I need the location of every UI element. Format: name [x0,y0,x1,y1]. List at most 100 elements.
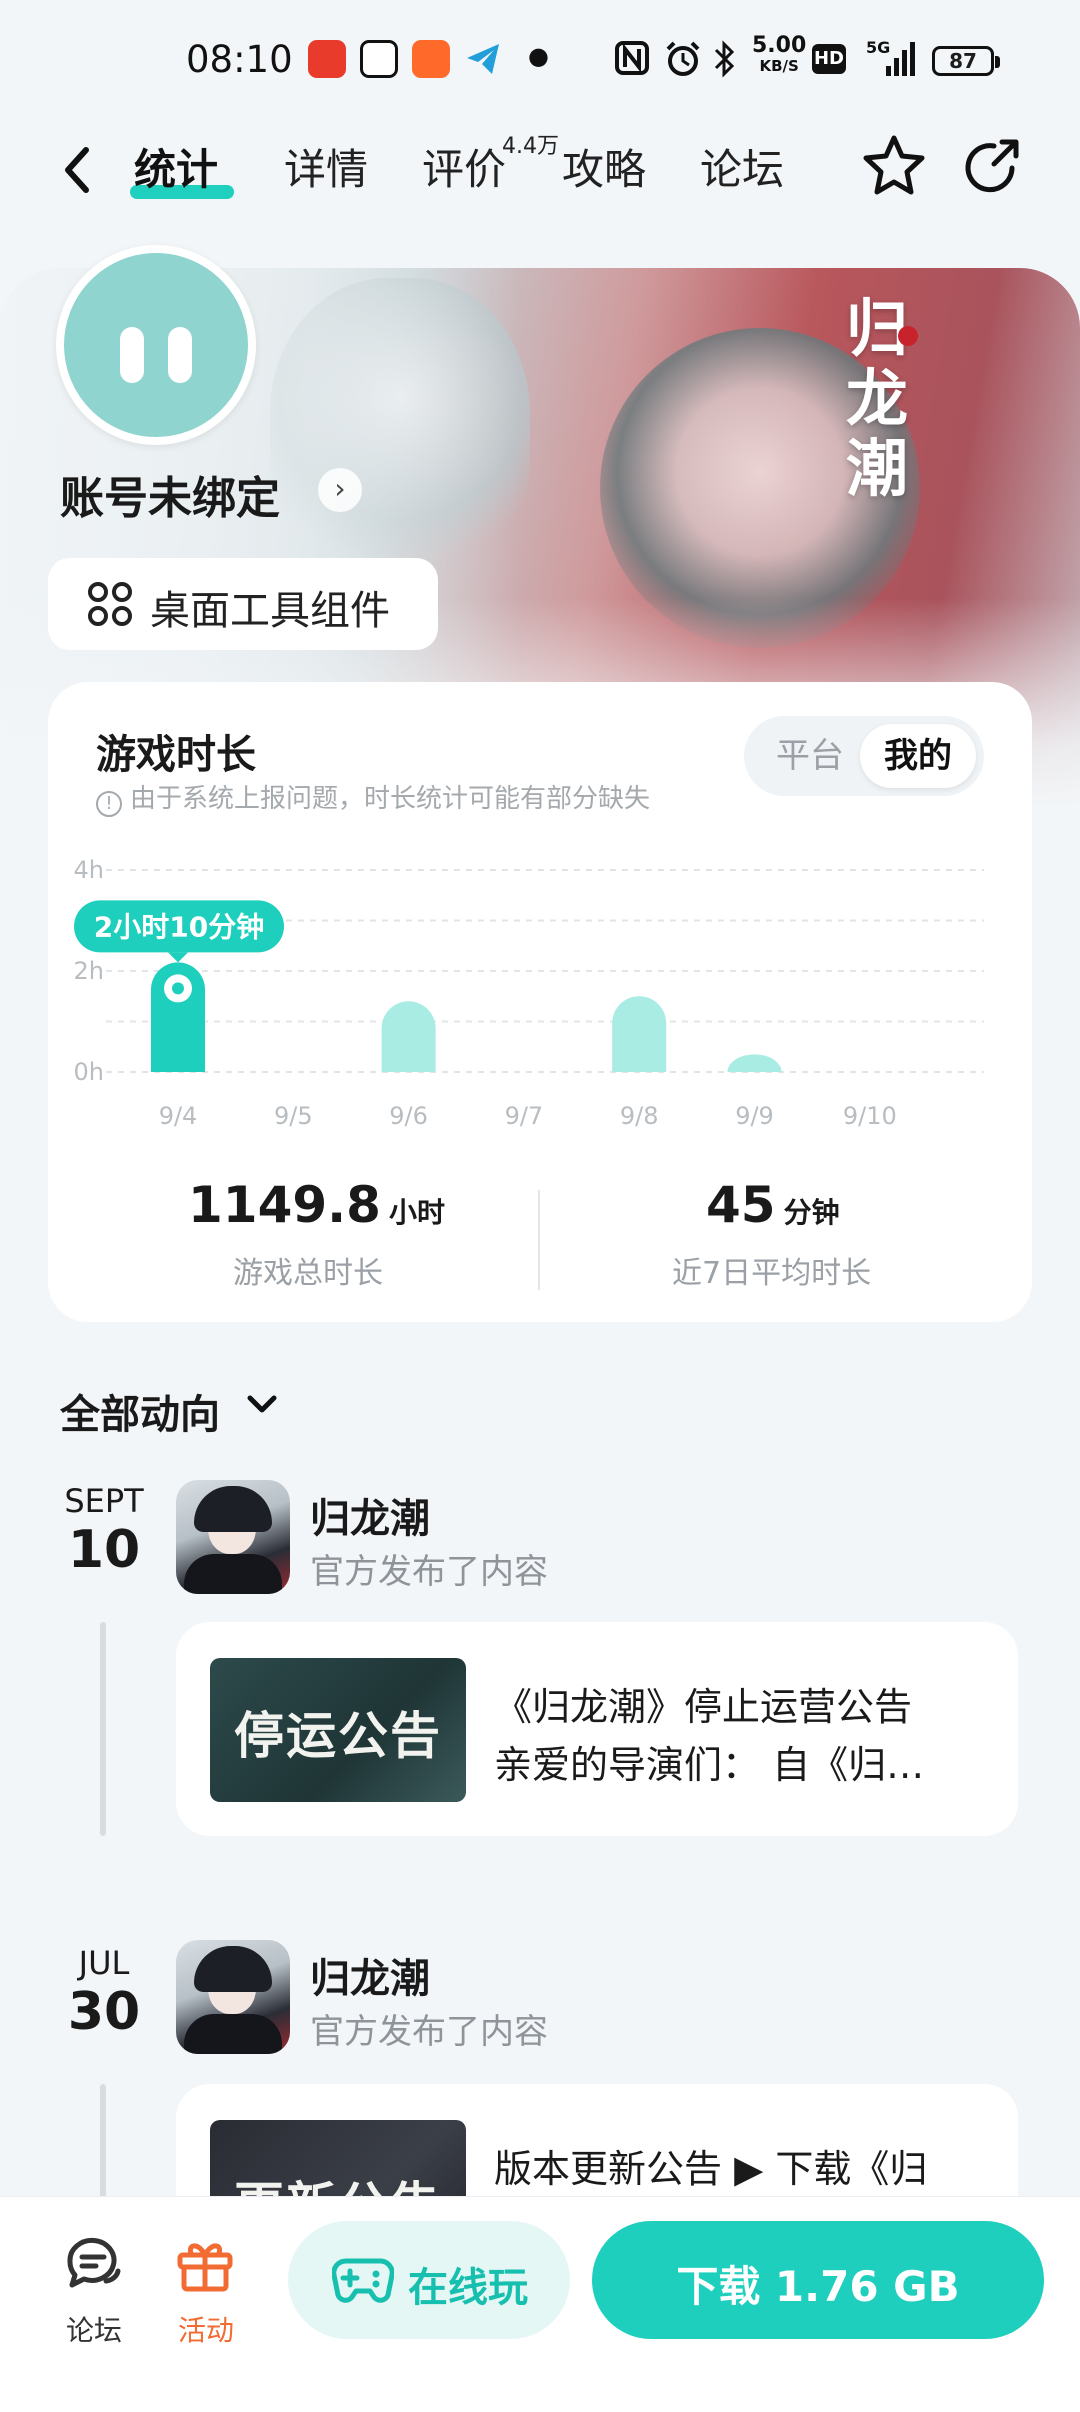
average-playtime-unit: 分钟 [783,1196,840,1229]
chart-tooltip-pointer [168,952,188,963]
gift-icon [177,2243,233,2292]
notification-app-icon [412,40,450,78]
info-icon: ! [96,791,122,817]
game-avatar[interactable] [176,1480,290,1594]
share-button[interactable] [958,134,1024,200]
tab-forum[interactable]: 论坛 [700,140,784,200]
download-button[interactable]: 下载 1.76 GB [592,2221,1044,2339]
y-tick-label: 4h [74,856,104,884]
chevron-down-icon[interactable] [244,1384,280,1424]
battery-indicator: 87 [932,46,1000,76]
status-time: 08:10 [186,38,293,81]
bluetooth-icon [712,40,738,80]
event-button[interactable]: 活动 [156,2197,256,2377]
star-icon [863,135,925,195]
bottom-action-bar: 论坛 活动 在线玩 下载 1.76 GB [0,2196,1080,2412]
x-tick-label: 9/9 [735,1102,774,1130]
post-thumbnail: 停运公告 [210,1658,466,1802]
reviews-count-badge: 4.4万 [502,134,559,159]
chart-bar [612,996,667,1072]
download-label: 下载 1.76 GB [676,2262,960,2311]
x-tick-label: 9/10 [843,1102,897,1130]
desktop-widget-label: 桌面工具组件 [150,588,390,634]
timeline-line [100,1622,106,1836]
tab-reviews[interactable]: 评价 [422,140,506,200]
playtime-card: 游戏时长 ! 由于系统上报问题，时长统计可能有部分缺失 平台 我的 0h 2h 4h 2… [48,682,1032,1322]
event-label: 活动 [177,2314,234,2347]
post-card[interactable]: 停运公告 《归龙潮》停止运营公告 亲爱的导演们： 自《归… [176,1622,1018,1836]
net-speed-value: 5.00 [752,33,807,58]
hd-icon: HD [812,44,846,74]
y-tick-label: 2h [74,957,104,985]
toggle-mine[interactable]: 我的 [860,724,976,788]
x-tick-label: 9/6 [389,1102,428,1130]
favorite-button[interactable] [860,132,928,200]
telegram-icon [464,40,502,78]
play-online-button[interactable]: 在线玩 [288,2221,570,2339]
x-tick-label: 9/4 [159,1102,198,1130]
total-playtime: 1149.8 小时 [188,1176,445,1234]
chart-bar [727,1054,782,1072]
post-thumbnail-text: 停运公告 [234,1706,442,1765]
scope-toggle: 平台 我的 [744,716,984,796]
gamepad-icon [332,2258,394,2303]
entry-action: 官方发布了内容 [310,1552,548,1592]
feed-filter-dropdown[interactable]: 全部动向 [60,1382,220,1440]
back-button[interactable] [52,140,104,200]
status-bar: 08:10 ● 5.00 KB/S HD 5G 87 [0,0,1080,120]
divider [538,1190,540,1290]
post-excerpt: 亲爱的导演们： 自《归… [494,1743,925,1787]
avatar-eye [120,327,144,383]
playtime-note: ! 由于系统上报问题，时长统计可能有部分缺失 [96,778,650,817]
chevron-left-icon [65,147,89,193]
total-playtime-label: 游戏总时长 [233,1256,383,1291]
net-speed: 5.00 KB/S [752,33,807,76]
chart-bar [381,1001,436,1072]
playtime-title: 游戏时长 [96,732,256,778]
timeline-line [100,2084,106,2204]
chat-bubbles-icon [67,2237,121,2288]
net-speed-unit: KB/S [759,57,799,75]
game-logo: 归龙潮 [845,292,908,505]
entry-author[interactable]: 归龙潮 [310,1486,430,1544]
x-tick-label: 9/8 [620,1102,659,1130]
average-playtime-value: 45 [706,1176,776,1234]
average-playtime: 45 分钟 [706,1176,840,1234]
game-avatar[interactable] [176,1940,290,2054]
total-playtime-value: 1149.8 [188,1176,381,1234]
entry-day: 10 [67,1520,141,1580]
bilibili-icon [360,40,398,78]
avatar[interactable] [56,245,256,445]
entry-month: SEPT [64,1482,144,1520]
entry-action: 官方发布了内容 [310,2012,548,2052]
forum-label: 论坛 [65,2314,122,2347]
nfc-icon [614,40,650,80]
x-tick-label: 9/7 [505,1102,544,1130]
x-tick-label: 9/5 [274,1102,313,1130]
toggle-platform[interactable]: 平台 [752,724,868,788]
tab-stats[interactable]: 统计 [134,140,218,200]
chevron-right-icon[interactable]: › [318,468,362,512]
share-icon [965,139,1019,193]
playtime-chart: 0h 2h 4h 2小时10分钟 9/4 9/5 9/6 9/7 9/8 9/9 9/10 [74,856,984,1130]
y-tick-label: 0h [74,1058,104,1086]
playtime-note-text: 由于系统上报问题，时长统计可能有部分缺失 [130,784,651,814]
desktop-widget-button[interactable]: 桌面工具组件 [48,558,438,650]
signal-icon [868,40,916,80]
play-online-label: 在线玩 [408,2265,528,2311]
alarm-icon [664,40,702,80]
entry-day: 30 [67,1982,141,2042]
forum-button[interactable]: 论坛 [44,2197,144,2377]
entry-author[interactable]: 归龙潮 [310,1946,430,2004]
selected-point-dot [172,982,184,995]
tab-guides[interactable]: 攻略 [562,140,646,200]
logo-seal-icon [898,326,918,346]
post-title: 版本更新公告 ▶ 下载《归 [494,2147,928,2191]
average-playtime-label: 近7日平均时长 [672,1256,872,1291]
chart-tooltip-text: 2小时10分钟 [94,910,264,943]
notification-app-icon [308,40,346,78]
total-playtime-unit: 小时 [388,1196,445,1229]
post-title: 《归龙潮》停止运营公告 [494,1685,913,1729]
tab-details[interactable]: 详情 [284,140,368,200]
account-status[interactable]: 账号未绑定 [60,462,280,526]
